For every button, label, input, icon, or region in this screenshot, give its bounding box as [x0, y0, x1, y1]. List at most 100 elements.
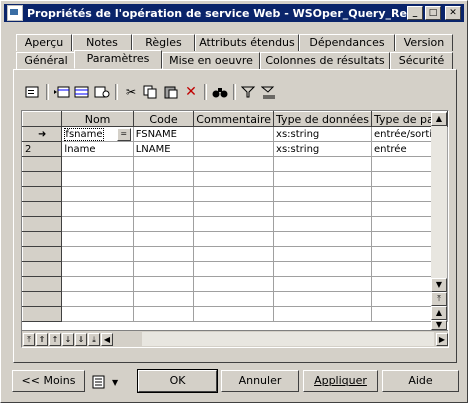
- row-header[interactable]: [22, 246, 63, 262]
- move-down-icon[interactable]: ▼: [431, 320, 447, 330]
- row-header[interactable]: [22, 231, 63, 247]
- empty-table-row[interactable]: [22, 291, 448, 307]
- column-header-comment[interactable]: Commentaire: [193, 111, 275, 127]
- empty-cell[interactable]: [61, 276, 134, 292]
- minimize-button[interactable]: _: [407, 6, 423, 20]
- empty-table-row[interactable]: [22, 201, 448, 217]
- empty-cell[interactable]: [61, 246, 134, 262]
- cell-code[interactable]: FSNAME: [132, 126, 195, 142]
- less-button[interactable]: << Moins: [12, 370, 85, 392]
- empty-cell[interactable]: [273, 171, 372, 187]
- cut-icon[interactable]: ✂: [121, 83, 141, 101]
- copy-icon[interactable]: [141, 83, 161, 101]
- row-header[interactable]: [22, 216, 63, 232]
- row-header[interactable]: [22, 306, 63, 322]
- column-header-datatype[interactable]: Type de données: [273, 111, 372, 127]
- ok-button[interactable]: OK: [137, 369, 218, 393]
- filter-icon[interactable]: [239, 83, 259, 101]
- empty-cell[interactable]: [273, 291, 372, 307]
- move-down-small-icon[interactable]: ↓: [62, 332, 74, 346]
- cell-ellipsis-button[interactable]: =: [116, 128, 131, 141]
- empty-cell[interactable]: [132, 186, 195, 202]
- row-header[interactable]: [22, 276, 63, 292]
- row-number[interactable]: 2: [22, 141, 63, 157]
- empty-cell[interactable]: [61, 186, 134, 202]
- cell-code[interactable]: LNAME: [132, 141, 195, 157]
- tab-apercu[interactable]: Aperçu: [16, 34, 72, 51]
- empty-cell[interactable]: [193, 216, 275, 232]
- move-page-up-icon[interactable]: ⇑: [36, 332, 48, 346]
- cell-name[interactable]: fsname =: [61, 126, 134, 142]
- empty-cell[interactable]: [61, 171, 134, 187]
- empty-table-row[interactable]: [22, 306, 448, 322]
- empty-cell[interactable]: [273, 201, 372, 217]
- cell-name[interactable]: lname: [61, 141, 134, 157]
- scroll-right-arrow-icon[interactable]: ▶: [436, 332, 448, 346]
- empty-cell[interactable]: [193, 231, 275, 247]
- empty-cell[interactable]: [273, 306, 372, 322]
- empty-cell[interactable]: [132, 156, 195, 172]
- move-first-icon[interactable]: ⤒: [23, 332, 35, 346]
- empty-cell[interactable]: [193, 171, 275, 187]
- empty-table-row[interactable]: [22, 276, 448, 292]
- row-current-arrow-icon[interactable]: ➜: [22, 126, 63, 142]
- tab-parametres[interactable]: Paramètres: [74, 50, 162, 69]
- horizontal-scroll-track[interactable]: [142, 332, 434, 346]
- empty-cell[interactable]: [61, 306, 134, 322]
- cell-datatype[interactable]: xs:string: [273, 141, 372, 157]
- empty-cell[interactable]: [273, 231, 372, 247]
- empty-cell[interactable]: [193, 201, 275, 217]
- apply-button[interactable]: Appliquer: [303, 370, 378, 392]
- empty-table-row[interactable]: [22, 216, 448, 232]
- empty-cell[interactable]: [273, 156, 372, 172]
- customize-columns-icon[interactable]: [259, 83, 279, 101]
- cell-comment[interactable]: [193, 141, 275, 157]
- move-up-icon[interactable]: ▲: [431, 306, 447, 320]
- empty-cell[interactable]: [193, 261, 275, 277]
- move-up-small-icon[interactable]: ↑: [49, 332, 61, 346]
- empty-cell[interactable]: [273, 186, 372, 202]
- move-top-icon[interactable]: ⤒: [431, 292, 447, 306]
- empty-cell[interactable]: [132, 201, 195, 217]
- empty-table-row[interactable]: [22, 246, 448, 262]
- empty-cell[interactable]: [273, 246, 372, 262]
- tab-regles[interactable]: Règles: [132, 34, 195, 51]
- insert-row-icon[interactable]: [52, 83, 72, 101]
- empty-cell[interactable]: [193, 276, 275, 292]
- empty-cell[interactable]: [273, 276, 372, 292]
- tab-version[interactable]: Version: [395, 34, 453, 51]
- tab-securite[interactable]: Sécurité: [390, 52, 453, 69]
- find-icon[interactable]: [210, 83, 230, 101]
- table-row[interactable]: ➜ fsname = FSNAME xs:string entrée/sorti…: [22, 126, 448, 142]
- empty-cell[interactable]: [61, 201, 134, 217]
- menu-dropdown-button[interactable]: ▼: [92, 373, 128, 391]
- tab-attributs-etendus[interactable]: Attributs étendus: [195, 34, 299, 51]
- empty-table-row[interactable]: [22, 186, 448, 202]
- empty-cell[interactable]: [193, 246, 275, 262]
- empty-cell[interactable]: [193, 306, 275, 322]
- cancel-button[interactable]: Annuler: [221, 370, 299, 392]
- scroll-up-arrow-icon[interactable]: ▲: [431, 112, 447, 126]
- row-header[interactable]: [22, 186, 63, 202]
- empty-cell[interactable]: [132, 276, 195, 292]
- empty-cell[interactable]: [61, 291, 134, 307]
- empty-cell[interactable]: [61, 261, 134, 277]
- help-button[interactable]: Aide: [382, 370, 459, 392]
- vertical-scrollbar[interactable]: ▲ ▼ ⤒ ▲ ▼: [431, 112, 447, 330]
- delete-icon[interactable]: ✕: [181, 83, 201, 101]
- column-header-name[interactable]: Nom: [61, 111, 134, 127]
- empty-cell[interactable]: [132, 291, 195, 307]
- empty-table-row[interactable]: [22, 171, 448, 187]
- add-object-icon[interactable]: [92, 83, 112, 101]
- tab-general[interactable]: Général: [16, 52, 76, 69]
- empty-cell[interactable]: [61, 216, 134, 232]
- tab-mise-en-oeuvre[interactable]: Mise en oeuvre: [162, 52, 260, 69]
- empty-cell[interactable]: [193, 186, 275, 202]
- column-header-code[interactable]: Code: [132, 111, 195, 127]
- name-edit-value[interactable]: fsname: [64, 127, 104, 141]
- tab-dependances[interactable]: Dépendances: [299, 34, 395, 51]
- empty-cell[interactable]: [273, 261, 372, 277]
- empty-table-row[interactable]: [22, 156, 448, 172]
- move-last-icon[interactable]: ⤓: [88, 332, 100, 346]
- scroll-down-arrow-icon[interactable]: ▼: [431, 278, 447, 292]
